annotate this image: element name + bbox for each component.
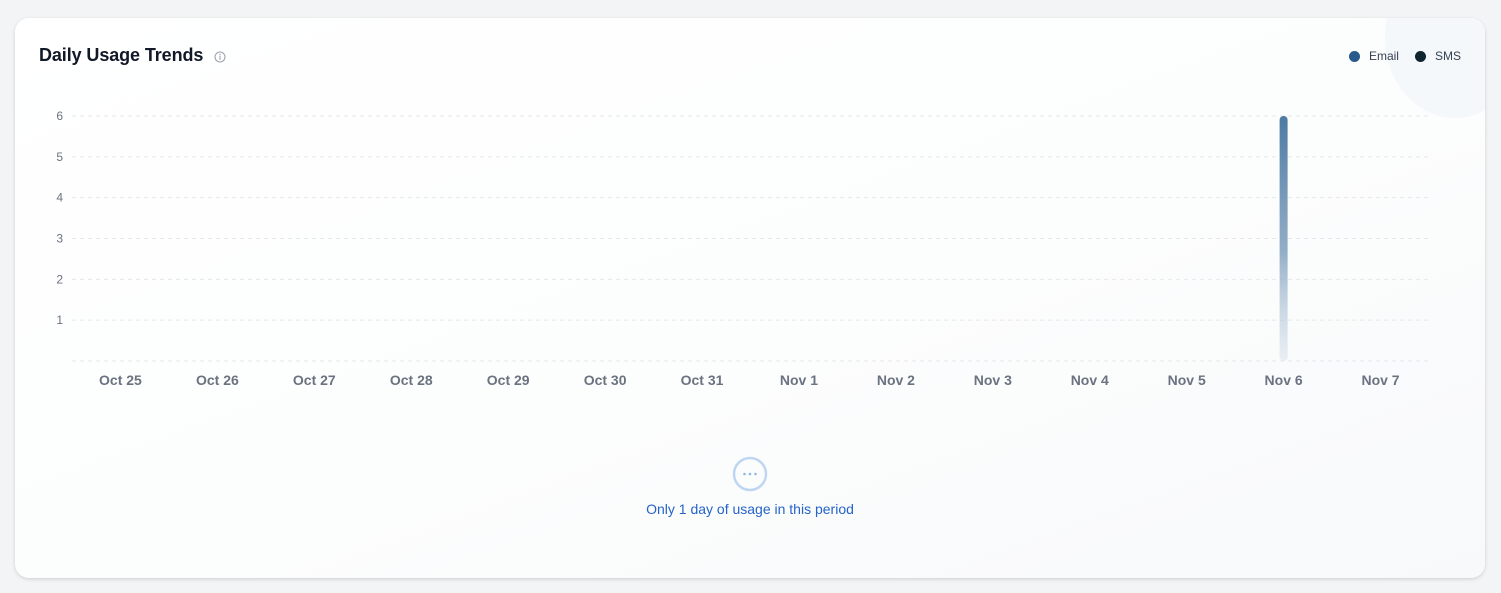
x-axis: Oct 25 Oct 26 Oct 27 Oct 28 Oct 29 Oct 30 Oct … bbox=[99, 372, 1400, 388]
x-tick-label: Oct 28 bbox=[390, 372, 433, 388]
x-tick-label: Nov 5 bbox=[1168, 372, 1206, 388]
x-tick-label: Oct 25 bbox=[99, 372, 142, 388]
x-tick-label: Nov 1 bbox=[780, 372, 818, 388]
x-tick-label: Nov 3 bbox=[974, 372, 1012, 388]
x-tick-label: Oct 30 bbox=[584, 372, 627, 388]
y-tick-label: 5 bbox=[56, 150, 63, 164]
bar-layer bbox=[1279, 116, 1288, 361]
x-tick-label: Nov 6 bbox=[1265, 372, 1303, 388]
y-tick-label: 2 bbox=[56, 272, 63, 286]
y-tick-label: 6 bbox=[56, 109, 63, 123]
sparse-data-message: Only 1 day of usage in this period bbox=[646, 501, 854, 517]
ellipsis-circle-icon bbox=[732, 456, 768, 492]
x-tick-label: Nov 2 bbox=[877, 372, 915, 388]
y-tick-label: 4 bbox=[56, 191, 63, 205]
x-tick-label: Nov 4 bbox=[1071, 372, 1109, 388]
x-tick-label: Oct 29 bbox=[487, 372, 530, 388]
grid-layer bbox=[72, 115, 1429, 362]
sparse-data-note: Only 1 day of usage in this period bbox=[15, 456, 1485, 517]
x-tick-label: Oct 26 bbox=[196, 372, 239, 388]
y-tick-label: 1 bbox=[56, 313, 63, 327]
x-tick-label: Oct 27 bbox=[293, 372, 336, 388]
bar-email[interactable] bbox=[1279, 116, 1288, 361]
x-tick-label: Nov 7 bbox=[1361, 372, 1399, 388]
x-tick-label: Oct 31 bbox=[681, 372, 724, 388]
y-tick-label: 3 bbox=[56, 232, 63, 246]
usage-bar-chart: 123456 Oct 25 Oct 26 Oct 27 Oct 28 Oct 29 Oct… bbox=[56, 109, 1429, 388]
usage-trends-card: Daily Usage Trends Email SMS 1 2 3 4 5 6… bbox=[15, 18, 1485, 578]
y-axis: 1 2 3 4 5 6 bbox=[56, 109, 63, 327]
